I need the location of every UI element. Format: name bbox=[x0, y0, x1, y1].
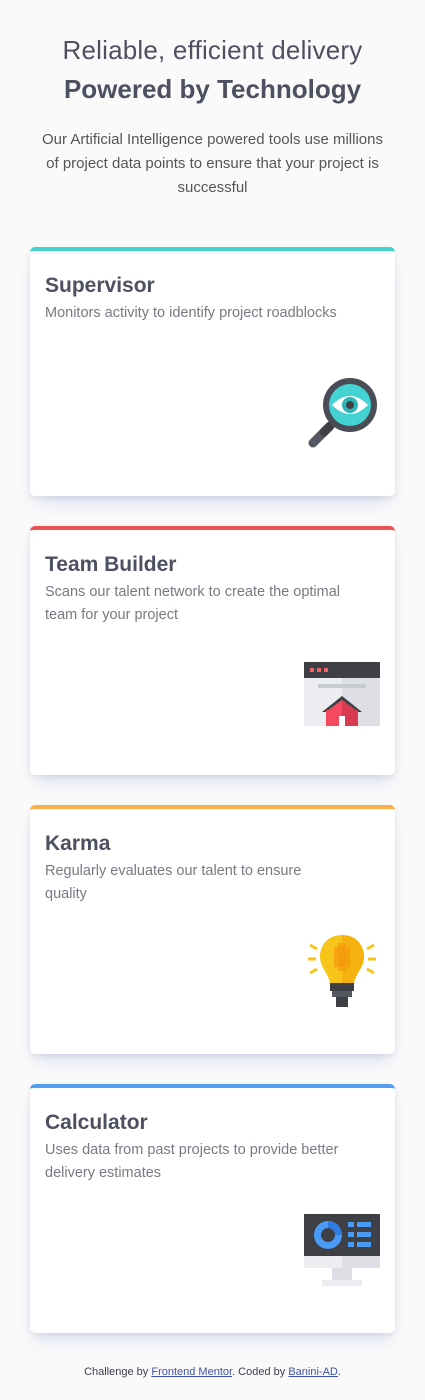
monitor-chart-icon bbox=[304, 1214, 380, 1286]
card-text: Scans our talent network to create the o… bbox=[45, 584, 340, 623]
card-title: Calculator bbox=[45, 1111, 148, 1134]
page-description: Our Artificial Intelligence powered tool… bbox=[42, 131, 383, 196]
feature-cards: Supervisor Monitors activity to identify… bbox=[0, 247, 425, 1333]
footer-suffix: . bbox=[337, 1366, 341, 1378]
magnifier-eye-icon bbox=[308, 378, 377, 448]
card-text: Uses data from past projects to provide … bbox=[45, 1142, 339, 1181]
card-title: Supervisor bbox=[45, 274, 155, 297]
card-supervisor: Supervisor Monitors activity to identify… bbox=[30, 247, 395, 496]
footer-prefix: Challenge by bbox=[84, 1366, 152, 1378]
page-subtitle: Reliable, efficient delivery bbox=[62, 35, 363, 65]
card-team-builder: Team Builder Scans our talent network to… bbox=[30, 526, 395, 775]
browser-home-icon bbox=[304, 662, 380, 726]
footer-middle: . Coded by bbox=[232, 1366, 289, 1378]
attribution-footer: Challenge by Frontend Mentor. Coded by B… bbox=[0, 1363, 425, 1378]
frontend-mentor-link[interactable]: Frontend Mentor bbox=[151, 1366, 232, 1378]
card-text: Monitors activity to identify project ro… bbox=[45, 305, 337, 321]
card-karma: Karma Regularly evaluates our talent to … bbox=[30, 805, 395, 1054]
card-title: Team Builder bbox=[45, 553, 177, 576]
card-text: Regularly evaluates our talent to ensure… bbox=[45, 863, 302, 902]
page-header: Reliable, efficient delivery Powered by … bbox=[0, 0, 425, 200]
author-link[interactable]: Banini-AD bbox=[288, 1366, 338, 1378]
page-title: Powered by Technology bbox=[63, 74, 362, 104]
card-calculator: Calculator Uses data from past projects … bbox=[30, 1084, 395, 1333]
card-title: Karma bbox=[45, 832, 111, 855]
lightbulb-icon bbox=[308, 935, 376, 1007]
